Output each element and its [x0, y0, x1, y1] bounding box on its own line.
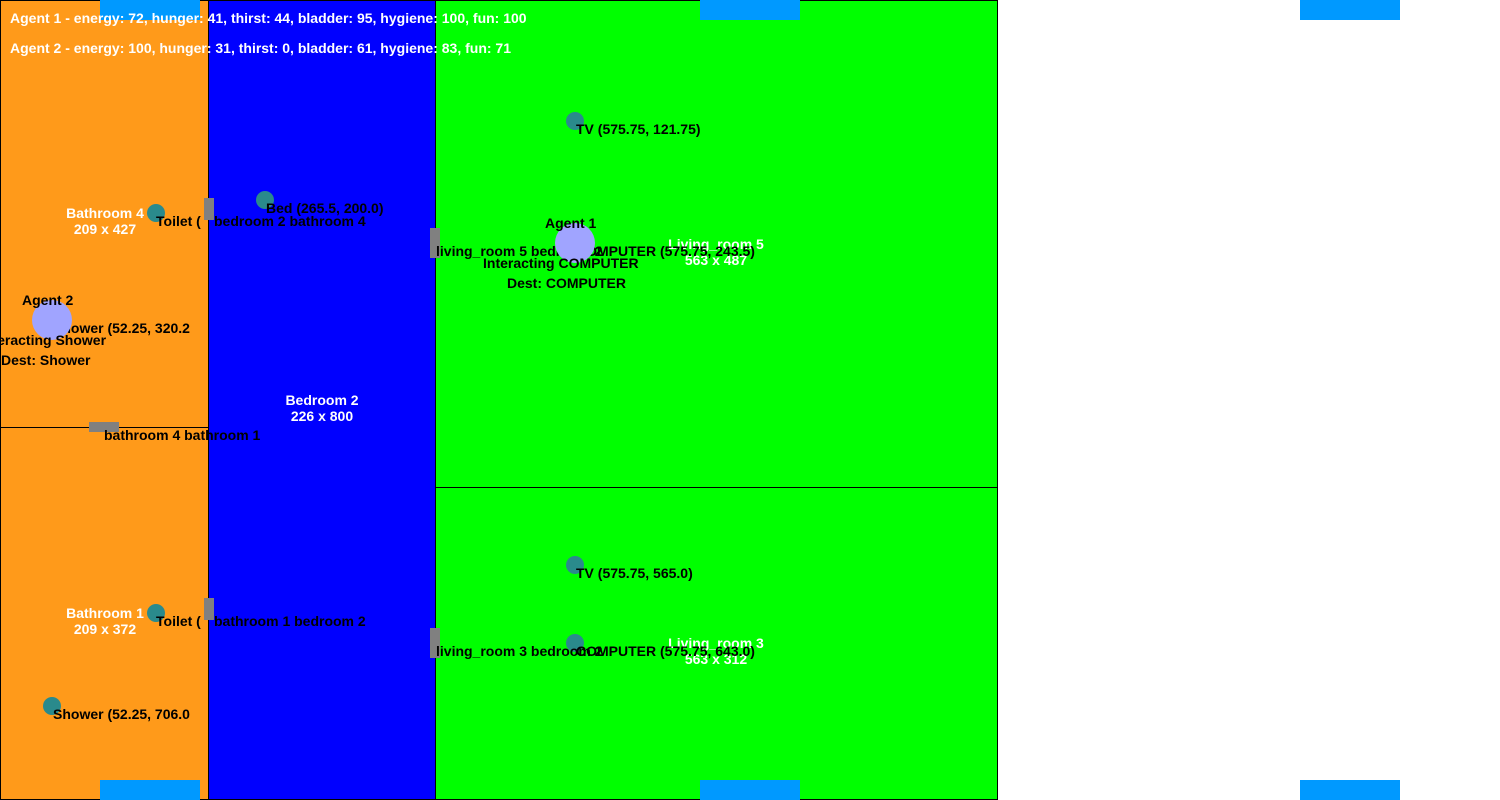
toilet-label: Toilet (: [156, 213, 201, 229]
room-size: 209 x 427: [73, 221, 137, 237]
tv-label: TV (575.75, 121.75): [576, 121, 701, 137]
computer-label: COMPUTER (575.75, 643.0): [576, 643, 755, 659]
agent-1-stats: Agent 1 - energy: 72, hunger: 41, thirst…: [10, 10, 527, 26]
agent-1-name: Agent 1: [545, 215, 597, 231]
agent-1-status: Interacting COMPUTER: [483, 255, 639, 271]
door-label: bedroom 2 bathroom 4: [214, 213, 366, 229]
agent-2-status: Interacting Shower: [0, 332, 107, 348]
door-label: bathroom 1 bedroom 2: [214, 613, 366, 629]
door-bathroom-1-bedroom-2[interactable]: [204, 598, 214, 620]
window: [100, 780, 200, 800]
window: [1300, 0, 1400, 20]
shower-label: Shower (52.25, 706.0: [53, 706, 190, 722]
window: [1300, 780, 1400, 800]
room-name: Bedroom 2: [285, 392, 359, 408]
door-label: bathroom 4 bathroom 1: [104, 427, 261, 443]
door-bedroom-2-bathroom-4[interactable]: [204, 198, 214, 220]
window: [700, 0, 800, 20]
agent-2-name: Agent 2: [22, 292, 74, 308]
agent-1-destination: Dest: COMPUTER: [507, 275, 627, 291]
window: [700, 780, 800, 800]
room-size: 209 x 372: [73, 621, 137, 637]
agent-2-destination: Dest: Shower: [1, 352, 91, 368]
room-size: 226 x 800: [290, 408, 354, 424]
room-label-bedroom-2: Bedroom 2 226 x 800: [262, 392, 382, 424]
toilet-label: Toilet (: [156, 613, 201, 629]
tv-label: TV (575.75, 565.0): [576, 565, 693, 581]
agent-2-stats: Agent 2 - energy: 100, hunger: 31, thirs…: [10, 40, 512, 56]
